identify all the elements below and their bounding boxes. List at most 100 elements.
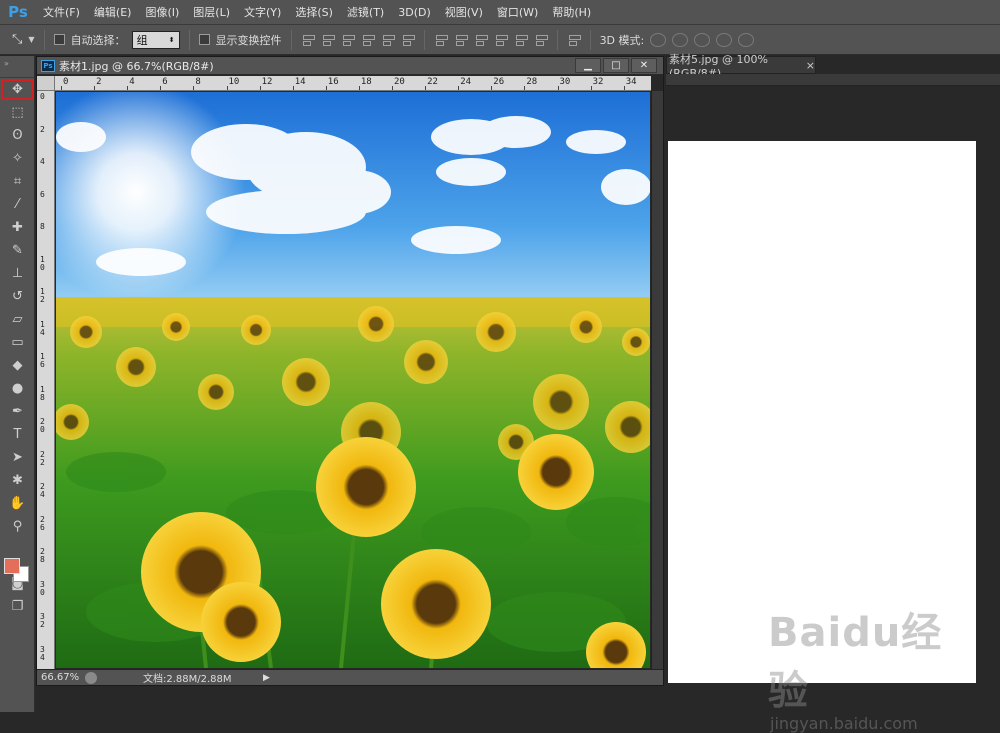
vertical-ruler[interactable]: 0246810121416182022242628303234 [37,91,55,669]
ruler-label: 30 [40,579,45,597]
3d-rotate-icon[interactable] [650,32,667,47]
status-bar: 66.67% 文档:2.88M/2.88M ▶ [37,669,663,685]
ruler-origin[interactable] [37,76,55,91]
distribute-vcenter-icon[interactable] [454,33,468,47]
chevron-down-icon[interactable]: ▼ [28,35,34,44]
ruler-label: 26 [40,514,45,532]
hand-tool-icon[interactable]: ✋ [0,492,35,515]
ruler-label: 20 [40,417,45,434]
ruler-tick [160,86,162,90]
image-canvas[interactable] [56,92,650,668]
align-bottom-icon[interactable] [341,33,355,47]
menu-type[interactable]: 文字(Y) [237,0,288,25]
minimize-button[interactable]: ▁ [575,58,601,73]
show-transform-checkbox[interactable] [198,34,210,45]
ruler-label: 32 [40,612,45,629]
ruler-label: 28 [40,547,45,564]
vertical-scrollbar[interactable] [651,91,663,669]
menu-layer[interactable]: 图层(L) [186,0,237,25]
ruler-label: 16 [40,352,45,369]
eyedropper-tool-icon[interactable]: ⁄ [0,193,35,216]
auto-select-checkbox[interactable] [53,34,65,45]
ruler-label: 12 [40,287,45,304]
menu-image[interactable]: 图像(I) [138,0,186,25]
ruler-tick [61,86,62,90]
blur-tool-icon[interactable]: ◆ [0,354,35,377]
menu-file[interactable]: 文件(F) [36,0,87,25]
menu-view[interactable]: 视图(V) [438,0,490,25]
document-2-ruler [666,74,1000,86]
align-right-icon[interactable] [401,33,415,47]
lasso-tool-icon[interactable]: ʘ [0,124,35,147]
history-brush-tool-icon[interactable]: ↺ [0,285,35,308]
align-vcenter-icon[interactable] [321,33,335,47]
3d-drag-icon[interactable] [694,32,711,47]
document-tab[interactable]: Ps 素材1.jpg @ 66.7%(RGB/8#) ▁ □ ✕ [37,57,663,75]
watermark-url: jingyan.baidu.com [770,714,918,733]
ruler-label: 14 [40,319,45,337]
distribute-bottom-icon[interactable] [474,33,488,47]
marquee-tool-icon[interactable]: ⬚ [0,101,35,124]
crop-tool-icon[interactable]: ⌗ [0,170,35,193]
ruler-label: 4 [40,157,45,166]
move-tool-preset-icon[interactable]: ⤡ [12,32,22,47]
ruler-tick [425,86,427,90]
gradient-tool-icon[interactable]: ▭ [0,331,35,354]
zoom-tool-icon[interactable]: ⚲ [0,515,35,538]
dodge-tool-icon[interactable]: ● [0,377,35,400]
clone-stamp-tool-icon[interactable]: ⊥ [0,262,35,285]
auto-align-icon[interactable] [567,33,581,47]
divider [556,29,558,50]
auto-select-label: 自动选择： [70,33,126,47]
menu-3d[interactable]: 3D(D) [391,0,438,25]
menu-bar: Ps 文件(F) 编辑(E) 图像(I) 图层(L) 文字(Y) 选择(S) 滤… [0,0,1000,25]
distribute-hcenter-icon[interactable] [514,33,528,47]
divider [290,29,292,50]
align-top-icon[interactable] [301,33,315,47]
path-selection-tool-icon[interactable]: ➤ [0,446,35,469]
horizontal-ruler[interactable]: 0 2 4 6 8 10 12 14 16 18 20 22 24 26 28 30 32 34 [55,76,651,91]
magic-wand-tool-icon[interactable]: ✧ [0,147,35,170]
distribute-right-icon[interactable] [534,33,548,47]
auto-select-dropdown[interactable]: 组 ⬍ [131,30,180,49]
foreground-color-swatch[interactable] [4,558,20,574]
document-tab-2[interactable]: 素材5.jpg @ 100%(RGB/8#) × [666,53,816,80]
pen-tool-icon[interactable]: ✒ [0,400,35,423]
healing-brush-tool-icon[interactable]: ✚ [0,216,35,239]
toolbox-grip[interactable]: » [0,56,34,78]
ruler-tick [193,86,195,90]
distribute-left-icon[interactable] [494,33,508,47]
3d-roll-icon[interactable] [672,32,689,47]
ruler-label: 22 [40,449,45,467]
maximize-button[interactable]: □ [603,58,629,73]
3d-slide-icon[interactable] [716,32,733,47]
status-info-icon[interactable] [85,671,97,684]
document-window-1: Ps 素材1.jpg @ 66.7%(RGB/8#) ▁ □ ✕ 0 2 4 6 8 10… [36,56,664,686]
move-tool-icon[interactable]: ✥ [0,78,35,101]
screen-mode-icon[interactable]: ❐ [0,595,35,618]
menu-help[interactable]: 帮助(H) [545,0,598,25]
3d-scale-icon[interactable] [738,32,755,47]
ruler-tick [94,86,96,90]
ruler-label: 22 [427,77,438,87]
align-left-icon[interactable] [361,33,375,47]
ruler-label: 2 [96,77,102,87]
menu-edit[interactable]: 编辑(E) [87,0,139,25]
ruler-tick [259,86,261,90]
menu-select[interactable]: 选择(S) [288,0,340,25]
eraser-tool-icon[interactable]: ▱ [0,308,35,331]
zoom-level[interactable]: 66.67% [37,672,79,683]
close-button[interactable]: ✕ [631,58,657,73]
auto-select-value: 组 [136,33,148,47]
status-menu-arrow-icon[interactable]: ▶ [263,673,270,683]
ruler-label: 34 [40,644,45,662]
menu-window[interactable]: 窗口(W) [490,0,545,25]
align-hcenter-icon[interactable] [381,33,395,47]
menu-filter[interactable]: 滤镜(T) [340,0,391,25]
custom-shape-tool-icon[interactable]: ✱ [0,469,35,492]
brush-tool-icon[interactable]: ✎ [0,239,35,262]
type-tool-icon[interactable]: T [0,423,35,446]
distribute-top-icon[interactable] [434,33,448,47]
close-tab-icon[interactable]: × [806,59,815,72]
document-title: 素材1.jpg @ 66.7%(RGB/8#) [59,59,214,73]
